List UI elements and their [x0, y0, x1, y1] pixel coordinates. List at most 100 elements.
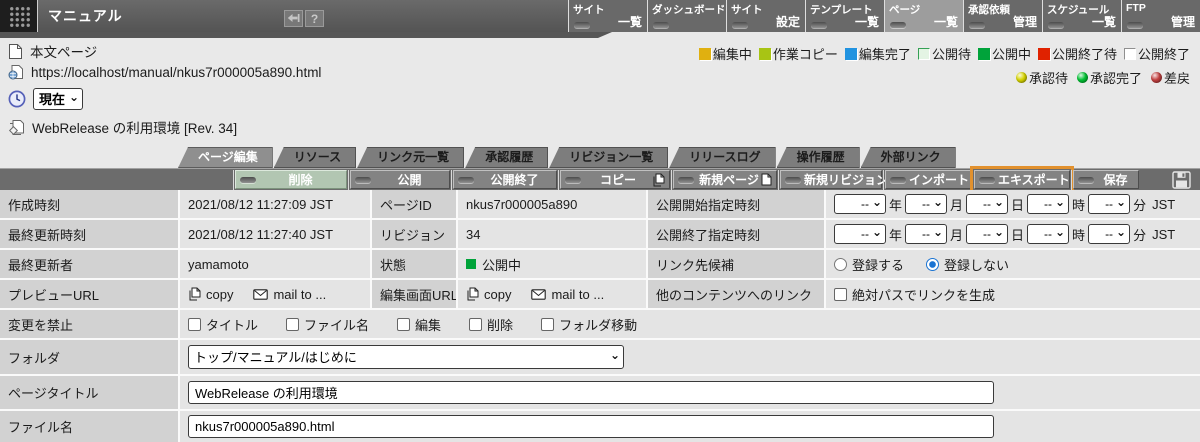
nav-tab-site-settings[interactable]: サイト 設定	[726, 0, 805, 32]
end-month-select[interactable]: --	[905, 224, 948, 244]
url-page-icon	[8, 64, 24, 80]
help-button[interactable]: ?	[305, 10, 324, 27]
tab-pill-icon	[732, 22, 748, 28]
folder-row: トップ/マニュアル/はじめに	[180, 340, 1200, 374]
tab-operation-history[interactable]: 操作履歴	[776, 147, 860, 168]
button-pill-icon	[565, 176, 581, 183]
button-pill-icon	[979, 176, 995, 183]
end-hour-select[interactable]: --	[1027, 224, 1070, 244]
tab-pill-icon	[890, 22, 906, 28]
start-year-select[interactable]: --	[834, 194, 886, 214]
register-radio[interactable]	[834, 257, 847, 271]
unpublish-button[interactable]: 公開終了	[453, 170, 557, 189]
button-pill-icon	[890, 176, 906, 183]
preview-copy-link[interactable]: copy	[188, 287, 233, 302]
nav-tab-approval-admin[interactable]: 承認依頼 管理	[963, 0, 1042, 32]
nav-tab-site-list[interactable]: サイト 一覧	[568, 0, 647, 32]
revision-version-select[interactable]: 現在	[33, 88, 83, 110]
no-register-radio[interactable]	[926, 257, 940, 271]
tab-pill-icon	[811, 22, 827, 28]
absolute-path-checkbox[interactable]	[834, 287, 847, 301]
folder-select[interactable]: トップ/マニュアル/はじめに	[188, 345, 624, 369]
publish-end-label: 公開終了指定時刻	[648, 220, 824, 248]
page-heading: WebRelease の利用環境 [Rev. 34]	[32, 121, 238, 136]
tab-pill-icon	[574, 22, 590, 28]
forbid-filename-checkbox[interactable]	[286, 317, 300, 331]
end-day-select[interactable]: --	[966, 224, 1009, 244]
approval-rejected-icon	[1150, 72, 1162, 83]
new-revision-button[interactable]: 新規リビジョン	[780, 170, 888, 189]
save-button[interactable]: 保存	[1073, 170, 1139, 189]
publish-button[interactable]: 公開	[350, 170, 450, 189]
preview-mail-link[interactable]: mail to ...	[253, 287, 326, 302]
approval-legend: 承認待 承認完了 差戻	[1015, 68, 1190, 87]
forbid-folder-move-checkbox[interactable]	[541, 317, 555, 331]
tab-page-edit[interactable]: ページ編集	[178, 147, 273, 168]
status-unpublish-wait-icon	[1037, 47, 1050, 60]
forbid-edit-checkbox[interactable]	[397, 317, 411, 331]
floppy-disk-icon	[1172, 170, 1191, 189]
forbid-title-checkbox[interactable]	[188, 317, 201, 331]
edit-mail-link[interactable]: mail to ...	[531, 287, 604, 302]
button-pill-icon	[240, 176, 256, 183]
tab-external-links[interactable]: 外部リンク	[860, 147, 956, 168]
link-candidate-value: 登録する 登録しない	[826, 250, 1200, 278]
published-status-icon	[466, 259, 476, 269]
revision-label: リビジョン	[372, 220, 456, 248]
file-name-input[interactable]	[188, 415, 994, 438]
start-month-select[interactable]: --	[905, 194, 948, 214]
page-url: https://localhost/manual/nkus7r000005a89…	[31, 64, 322, 80]
forbid-delete-checkbox[interactable]	[469, 317, 483, 331]
button-pill-icon	[785, 176, 801, 183]
copy-icon	[466, 287, 479, 301]
tab-pill-icon	[1048, 22, 1064, 28]
page-title-input[interactable]	[188, 381, 994, 404]
tab-revision-list[interactable]: リビジョン一覧	[549, 147, 669, 168]
export-button[interactable]: エキスポート	[970, 166, 1074, 193]
publish-end-datetime: -- 年 -- 月 -- 日 -- 時 -- 分 JST	[826, 220, 1200, 248]
preview-url-actions: copy mail to ...	[180, 280, 370, 308]
delete-button[interactable]: 削除	[235, 170, 347, 189]
status-published-icon	[977, 47, 990, 60]
start-day-select[interactable]: --	[966, 194, 1009, 214]
help-icon: ?	[310, 11, 319, 26]
back-button[interactable]	[284, 10, 303, 27]
import-button[interactable]: インポート	[885, 170, 971, 189]
nav-tab-ftp-admin[interactable]: FTP 管理	[1121, 0, 1200, 32]
start-hour-select[interactable]: --	[1027, 194, 1070, 214]
save-disk-button[interactable]	[1172, 170, 1191, 189]
edit-copy-link[interactable]: copy	[466, 287, 511, 302]
updated-label: 最終更新時刻	[0, 220, 178, 248]
nav-tab-page-list[interactable]: ページ 一覧	[884, 0, 963, 32]
copy-button[interactable]: コピー	[560, 170, 670, 189]
tab-approval-history[interactable]: 承認履歴	[465, 147, 549, 168]
other-link-label: 他のコンテンツへのリンク	[648, 280, 824, 308]
tab-link-sources[interactable]: リンク元一覧	[357, 147, 465, 168]
top-navigation: サイト 一覧 ダッシュボード サイト 設定 テンプレート 一覧 ページ 一覧 承…	[568, 0, 1200, 32]
status-legend: 編集中 作業コピー 編集完了 公開待 公開中 公開終了待 公開終了	[698, 44, 1190, 63]
end-year-select[interactable]: --	[834, 224, 886, 244]
preview-url-label: プレビューURL	[0, 280, 178, 308]
status-unpublished-icon	[1123, 47, 1136, 60]
tab-release-log[interactable]: リリースログ	[669, 147, 776, 168]
publish-start-datetime: -- 年 -- 月 -- 日 -- 時 -- 分 JST	[826, 190, 1200, 218]
status-workcopy-icon	[758, 47, 771, 60]
nav-tab-template-list[interactable]: テンプレート 一覧	[805, 0, 884, 32]
editor-tabs: ページ編集 リソース リンク元一覧 承認履歴 リビジョン一覧 リリースログ 操作…	[178, 147, 957, 168]
new-page-button[interactable]: 新規ページ	[673, 170, 777, 189]
pages-diamond-icon	[8, 119, 25, 136]
nav-tab-schedule-list[interactable]: スケジュール 一覧	[1042, 0, 1121, 32]
page-type-label: 本文ページ	[30, 45, 98, 60]
updater-value: yamamoto	[180, 250, 370, 278]
clock-icon	[8, 90, 26, 108]
start-minute-select[interactable]: --	[1088, 194, 1131, 214]
updated-value: 2021/08/12 11:27:40 JST	[180, 220, 370, 248]
status-editing-icon	[698, 47, 711, 60]
edit-url-actions: copy mail to ...	[458, 280, 646, 308]
tab-resources[interactable]: リソース	[273, 147, 357, 168]
end-minute-select[interactable]: --	[1088, 224, 1131, 244]
mail-icon	[531, 288, 547, 300]
forbid-label: 変更を禁止	[0, 310, 178, 338]
nav-tab-dashboard[interactable]: ダッシュボード	[647, 0, 726, 32]
created-label: 作成時刻	[0, 190, 178, 218]
